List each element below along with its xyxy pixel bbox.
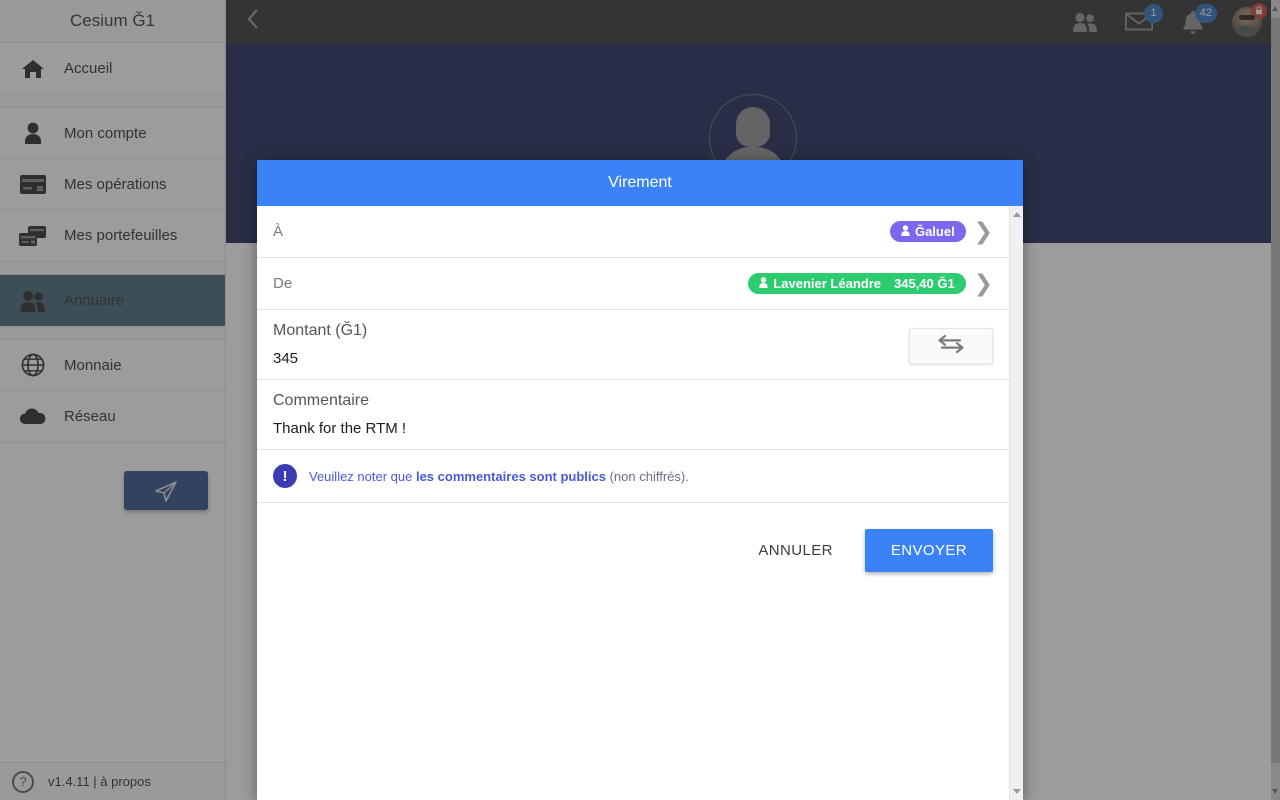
modal-actions: ANNULER ENVOYER xyxy=(257,503,1009,572)
cancel-button[interactable]: ANNULER xyxy=(740,530,850,571)
currency-swap-button[interactable] xyxy=(909,328,993,364)
comment-label: Commentaire xyxy=(273,392,370,409)
amount-label: Montant (Ğ1) xyxy=(273,322,368,339)
comment-input[interactable]: Thank for the RTM ! xyxy=(273,420,993,437)
recipient-row[interactable]: À Ğaluel ❯ xyxy=(257,206,1009,258)
sender-balance: 345,40 Ğ1 xyxy=(894,276,955,291)
amount-input[interactable]: 345 xyxy=(273,350,993,367)
modal-body: À Ğaluel ❯ De Lavenier Léandre 345,40 Ğ1… xyxy=(257,206,1023,800)
modal-header: Virement xyxy=(257,160,1023,206)
modal-title: Virement xyxy=(608,174,672,191)
screen: Cesium Ğ1 Accueil Mon compte xyxy=(0,0,1280,800)
sender-chip[interactable]: Lavenier Léandre 345,40 Ğ1 xyxy=(748,273,966,294)
notice-suffix: (non chiffrés). xyxy=(605,468,689,484)
chevron-right-icon[interactable]: ❯ xyxy=(974,272,993,295)
sender-value: Lavenier Léandre 345,40 Ğ1 ❯ xyxy=(748,272,993,295)
person-icon xyxy=(759,276,768,291)
comment-field: Commentaire Thank for the RTM ! xyxy=(257,380,1009,450)
recipient-chip[interactable]: Ğaluel xyxy=(889,221,966,242)
notice-text: Veuillez noter que les commentaires sont… xyxy=(309,469,689,484)
scroll-up-arrow-icon[interactable] xyxy=(1013,212,1021,217)
chevron-right-icon[interactable]: ❯ xyxy=(974,220,993,243)
amount-field: Montant (Ğ1) 345 xyxy=(257,310,1009,380)
exchange-arrows-icon xyxy=(936,333,966,360)
exclamation-icon: ! xyxy=(273,464,297,488)
sender-name: Lavenier Léandre xyxy=(773,276,881,291)
recipient-name: Ğaluel xyxy=(914,224,955,239)
person-icon xyxy=(901,224,910,239)
submit-button[interactable]: ENVOYER xyxy=(864,529,993,572)
notice-bold: les commentaires sont publics xyxy=(415,468,606,484)
sender-label: De xyxy=(273,275,293,292)
recipient-label: À xyxy=(273,223,284,240)
modal-content: À Ğaluel ❯ De Lavenier Léandre 345,40 Ğ1… xyxy=(257,206,1009,800)
recipient-value: Ğaluel ❯ xyxy=(889,220,993,243)
scroll-down-arrow-icon[interactable] xyxy=(1013,789,1021,794)
modal-scrollbar[interactable] xyxy=(1009,206,1023,800)
public-comment-notice: ! Veuillez noter que les commentaires so… xyxy=(257,450,1009,503)
transfer-modal: Virement À Ğaluel ❯ De Lavenier Léandre … xyxy=(257,160,1023,800)
notice-prefix: Veuillez noter que xyxy=(309,468,416,484)
sender-row[interactable]: De Lavenier Léandre 345,40 Ğ1 ❯ xyxy=(257,258,1009,310)
